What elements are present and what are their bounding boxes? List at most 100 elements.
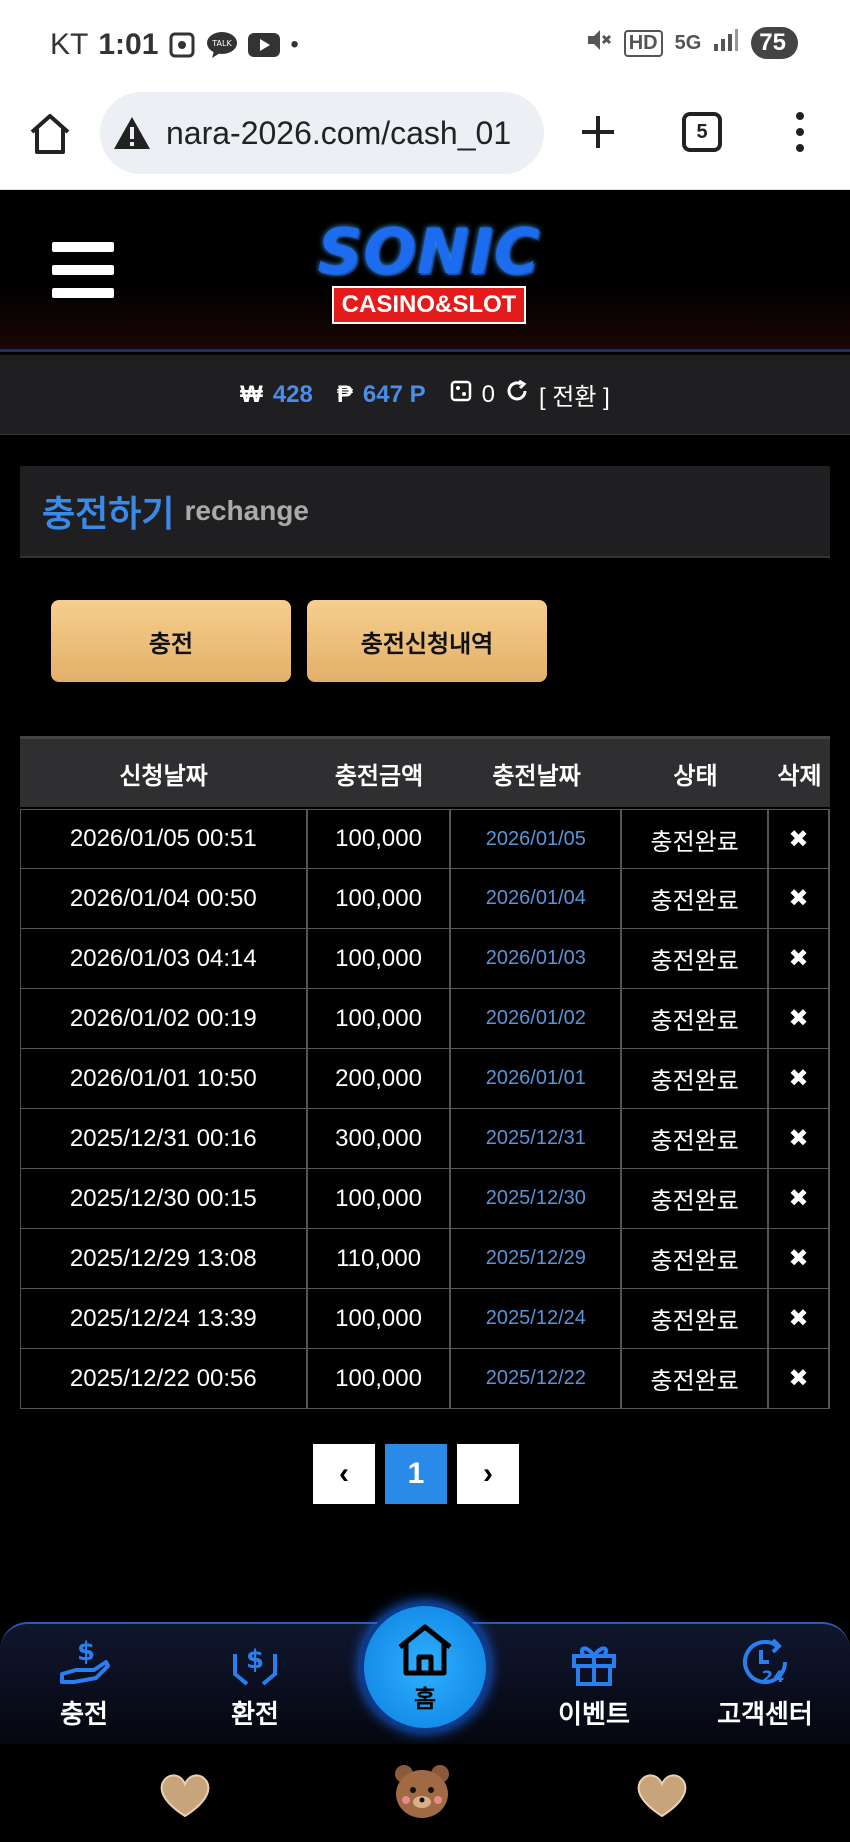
cell-charged: 2026/01/05 [451,810,623,868]
network-5g-icon: 5G [674,31,702,54]
cell-status: 충전완료 [622,810,770,868]
cell-charged: 2025/12/29 [451,1229,623,1288]
bear-icon[interactable] [392,1762,452,1820]
cell-requested: 2025/12/24 13:39 [21,1289,308,1348]
delete-icon[interactable]: ✖ [769,810,830,868]
cell-amount: 100,000 [308,1169,452,1228]
table-row: 2026/01/05 00:51 100,000 2026/01/05 충전완료… [21,809,830,869]
kakaotalk-icon: TALK [206,31,238,59]
table-row: 2026/01/04 00:50 100,000 2026/01/04 충전완료… [21,869,830,929]
cell-status: 충전완료 [622,869,770,928]
battery-indicator: 75 [751,27,798,59]
url-text[interactable]: nara-2026.com/cash_01 [166,115,511,152]
table-row: 2026/01/03 04:14 100,000 2026/01/03 충전완료… [21,929,830,989]
cell-charged: 2026/01/01 [451,1049,623,1108]
menu-hamburger-icon[interactable] [52,242,114,298]
clock: 1:01 [98,28,159,61]
chip-icon [450,380,472,409]
cell-status: 충전완료 [622,1349,770,1408]
cell-status: 충전완료 [622,989,770,1048]
site-logo[interactable]: SONIC CASINO&SLOT [294,220,564,324]
chip-balance: 0 [481,380,495,408]
cell-requested: 2025/12/22 00:56 [21,1349,308,1408]
cell-amount: 100,000 [308,989,452,1048]
delete-icon[interactable]: ✖ [769,1109,830,1168]
point-balance: 647 P [362,380,426,408]
cell-amount: 110,000 [308,1229,452,1288]
balance-bar: ₩ 428 ₱ 647 P 0 [ 전환 ] [0,355,850,435]
charge-hand-icon: $ [60,1637,110,1684]
status-right: HD 5G 75 [584,26,798,60]
new-tab-button[interactable] [576,110,620,154]
nav-support[interactable]: 24 고객센터 [705,1634,825,1731]
svg-text:TALK: TALK [212,39,233,48]
point-icon: ₱ [336,380,353,408]
browser-toolbar: nara-2026.com/cash_01 5 [0,92,850,190]
dot-icon: • [290,31,299,58]
tab-switcher-button[interactable]: 5 [682,112,722,152]
gesture-bar [0,1744,850,1842]
mute-icon [584,26,612,60]
cell-charged: 2026/01/04 [451,869,623,928]
pagination: ‹ 1 › [313,1444,519,1504]
delete-icon[interactable]: ✖ [769,1289,830,1348]
cell-requested: 2026/01/03 04:14 [21,929,308,988]
cell-requested: 2025/12/29 13:08 [21,1229,308,1288]
cell-requested: 2026/01/05 00:51 [21,810,308,868]
gift-icon [572,1646,616,1686]
address-bar[interactable]: nara-2026.com/cash_01 [100,92,544,174]
charge-button[interactable]: 충전 [51,600,291,682]
delete-icon[interactable]: ✖ [769,1049,830,1108]
warning-icon[interactable] [112,113,152,153]
delete-icon[interactable]: ✖ [769,989,830,1048]
next-page-button[interactable]: › [457,1444,519,1504]
delete-icon[interactable]: ✖ [769,869,830,928]
page-button-current[interactable]: 1 [385,1444,447,1504]
nav-charge-label: 충전 [60,1699,108,1729]
carrier-label: KT [50,28,89,61]
browser-home-button[interactable] [26,110,74,158]
heart-icon[interactable] [634,1772,690,1818]
nav-exchange[interactable]: $ 환전 [195,1634,315,1731]
cell-amount: 100,000 [308,1349,452,1408]
header-delete: 삭제 [777,762,822,790]
delete-icon[interactable]: ✖ [769,1169,830,1228]
nav-home-label: 홈 [413,1685,437,1713]
charge-history-table: 신청날짜 충전금액 충전날짜 상태 삭제 2026/01/05 00:51 10… [20,736,830,1409]
cell-status: 충전완료 [622,929,770,988]
nav-charge[interactable]: $ 충전 [24,1634,144,1731]
signal-icon [713,28,739,58]
nav-exchange-label: 환전 [231,1699,279,1729]
nav-home[interactable]: 홈 [360,1602,490,1732]
cell-requested: 2026/01/02 00:19 [21,989,308,1048]
home-icon [398,1624,452,1675]
svg-text:$: $ [246,1645,264,1675]
cell-amount: 300,000 [308,1109,452,1168]
won-balance: 428 [272,380,313,408]
site-header: SONIC CASINO&SLOT [0,190,850,352]
browser-menu-button[interactable] [792,110,808,154]
switch-button[interactable]: [ 전환 ] [539,377,610,412]
charge-history-button[interactable]: 충전신청내역 [307,600,547,682]
header-amount: 충전금액 [334,762,424,790]
table-row: 2026/01/01 10:50 200,000 2026/01/01 충전완료… [21,1049,830,1109]
table-body: 2026/01/05 00:51 100,000 2026/01/05 충전완료… [20,809,830,1409]
cell-status: 충전완료 [622,1229,770,1288]
refresh-icon[interactable] [505,379,529,410]
cell-amount: 100,000 [308,810,452,868]
header-charged-date: 충전날짜 [492,762,581,790]
cell-amount: 200,000 [308,1049,452,1108]
svg-text:$: $ [77,1637,95,1667]
prev-page-button[interactable]: ‹ [313,1444,375,1504]
table-row: 2025/12/31 00:16 300,000 2025/12/31 충전완료… [21,1109,830,1169]
table-header: 신청날짜 충전금액 충전날짜 상태 삭제 [20,736,830,807]
heart-icon[interactable] [157,1772,213,1818]
delete-icon[interactable]: ✖ [769,1229,830,1288]
section-title-en: rechange [184,495,309,526]
nav-event[interactable]: 이벤트 [534,1634,654,1731]
logo-sub-text: CASINO&SLOT [331,286,527,324]
delete-icon[interactable]: ✖ [769,1349,830,1408]
section-title-ko: 충전하기 [42,493,175,534]
delete-icon[interactable]: ✖ [769,929,830,988]
table-row: 2025/12/24 13:39 100,000 2025/12/24 충전완료… [21,1289,830,1349]
